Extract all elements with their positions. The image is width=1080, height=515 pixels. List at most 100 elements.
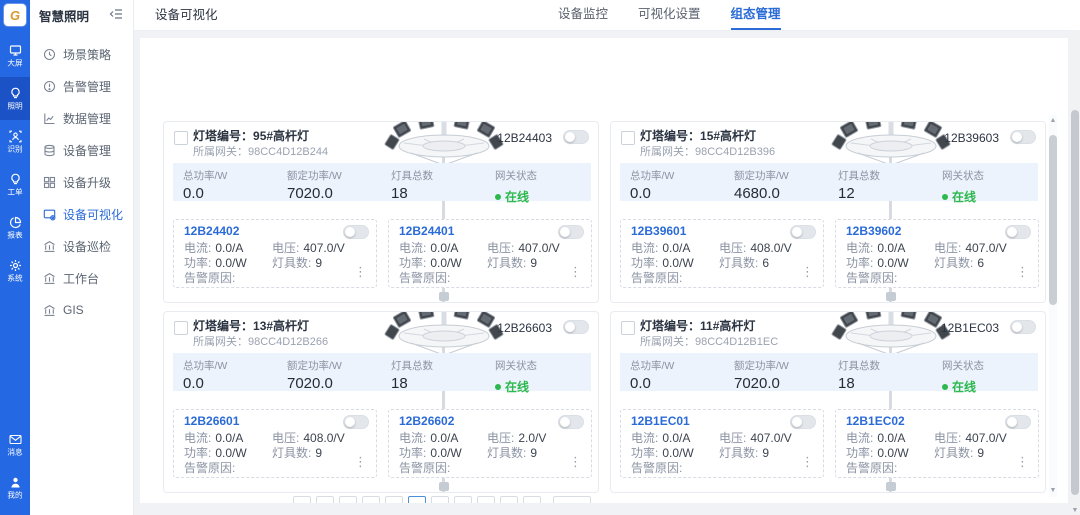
card-list-scroll-thumb[interactable]	[1049, 135, 1057, 305]
lamp-id-link[interactable]: 12B26601	[184, 414, 239, 428]
tower-toggle[interactable]	[563, 130, 589, 144]
device-id: 12B26603	[497, 321, 552, 335]
rated-power-value: 7020.0	[287, 185, 381, 202]
primary-nav-rail: G 大屏 照明 识别 工单 报表 系统 消息	[0, 0, 30, 515]
lamp-toggle[interactable]	[790, 225, 816, 239]
lamp-toggle[interactable]	[790, 415, 816, 429]
sidebar-item-gis[interactable]: GIS	[30, 294, 133, 326]
lamp-card: 12B1EC02 电流:0.0/A 电压:407.0/V 功率:0.0/W 灯具…	[835, 409, 1039, 478]
sidebar-item-scene-strategy[interactable]: 场景策略	[30, 38, 133, 70]
lamp-total-value: 18	[391, 375, 485, 392]
card-checkbox[interactable]	[174, 131, 188, 145]
monitor-gear-icon	[43, 208, 56, 221]
card-checkbox[interactable]	[621, 131, 635, 145]
tower-toggle[interactable]	[563, 320, 589, 334]
sidebar-item-workbench[interactable]: 工作台	[30, 262, 133, 294]
lamp-id-link[interactable]: 12B1EC02	[846, 414, 905, 428]
sidebar-item-device-mgmt[interactable]: 设备管理	[30, 134, 133, 166]
tab-device-monitor[interactable]: 设备监控	[558, 0, 608, 28]
rail-item-reports[interactable]: 报表	[0, 206, 30, 249]
clock-icon	[43, 48, 56, 61]
app-logo[interactable]: G	[4, 4, 26, 26]
more-menu-icon[interactable]: ⋮	[801, 455, 814, 468]
card-checkbox[interactable]	[174, 321, 188, 335]
lamp-toggle[interactable]	[343, 225, 369, 239]
device-id: 12B39603	[944, 131, 999, 145]
rail-item-system[interactable]: 系统	[0, 249, 30, 292]
grid-icon	[43, 176, 56, 189]
more-menu-icon[interactable]: ⋮	[354, 265, 367, 278]
card-title: 灯塔编号：11#高杆灯	[640, 317, 755, 334]
rail-item-lighting[interactable]: 照明	[0, 77, 30, 120]
lamp-id-link[interactable]: 12B39602	[846, 224, 901, 238]
sidebar-item-device-inspection[interactable]: 设备巡检	[30, 230, 133, 262]
window-scroll-thumb[interactable]	[1071, 110, 1079, 495]
database-icon	[43, 144, 56, 157]
tower-stats: 总功率/W0.0 额定功率/W7020.0 灯具总数18 网关状态在线	[173, 353, 591, 391]
sidebar-menu: 场景策略 告警管理 数据管理 设备管理 设备升级 设备可视化	[30, 38, 133, 326]
scroll-up-icon[interactable]: ▲	[1049, 117, 1057, 125]
lamp-card: 12B39602 电流:0.0/A 电压:407.0/V 功率:0.0/W 灯具…	[835, 219, 1039, 288]
sidebar-item-alarm-mgmt[interactable]: 告警管理	[30, 70, 133, 102]
rated-power-value: 7020.0	[734, 375, 828, 392]
card-title: 灯塔编号：15#高杆灯	[640, 127, 756, 144]
sidebar-item-device-visualization[interactable]: 设备可视化	[30, 198, 133, 230]
status-dot	[495, 194, 501, 200]
pie-chart-icon	[9, 216, 22, 229]
status-dot	[942, 194, 948, 200]
page-title: 设备可视化	[155, 0, 218, 30]
lamp-card: 12B24402 电流:0.0/A 电压:407.0/V 功率:0.0/W 灯具…	[173, 219, 377, 288]
card-checkbox[interactable]	[621, 321, 635, 335]
app-window: G 大屏 照明 识别 工单 报表 系统 消息	[0, 0, 1080, 515]
device-id: 12B24403	[497, 131, 552, 145]
gear-icon	[9, 259, 22, 272]
lamp-total-value: 18	[391, 185, 485, 202]
online-status: 在线	[495, 378, 589, 395]
lamp-toggle[interactable]	[1005, 415, 1031, 429]
lamp-toggle[interactable]	[1005, 225, 1031, 239]
mast-pole-base	[886, 482, 896, 491]
bulb-icon	[9, 87, 22, 100]
total-power-value: 0.0	[630, 375, 724, 392]
lamp-id-link[interactable]: 12B26602	[399, 414, 454, 428]
footer-strip	[133, 503, 1068, 515]
scroll-down-icon[interactable]: ▼	[1070, 507, 1080, 514]
rail-item-recognition[interactable]: 识别	[0, 120, 30, 163]
gateway-value: 98CC4D12B396	[695, 146, 775, 158]
rated-power-value: 7020.0	[287, 375, 381, 392]
tower-card: 灯塔编号：11#高杆灯 所属网关：98CC4D12B1EC 12B1EC03 总…	[610, 311, 1046, 493]
rail-item-dashboard[interactable]: 大屏	[0, 34, 30, 77]
sidebar-collapse-icon[interactable]	[109, 8, 123, 23]
lamp-toggle[interactable]	[343, 415, 369, 429]
tab-configuration-mgmt[interactable]: 组态管理	[731, 0, 781, 30]
card-gateway: 所属网关：98CC4D12B396	[640, 143, 775, 159]
tower-stats: 总功率/W0.0 额定功率/W7020.0 灯具总数18 网关状态在线	[173, 163, 591, 201]
rail-item-work-order[interactable]: 工单	[0, 163, 30, 206]
lamp-card: 12B24401 电流:0.0/A 电压:407.0/V 功率:0.0/W 灯具…	[388, 219, 592, 288]
card-title: 灯塔编号：95#高杆灯	[193, 127, 309, 144]
lamp-id-link[interactable]: 12B24401	[399, 224, 454, 238]
more-menu-icon[interactable]: ⋮	[1016, 265, 1029, 278]
gateway-value: 98CC4D12B266	[248, 336, 328, 348]
card-gateway: 所属网关：98CC4D12B1EC	[640, 333, 778, 349]
tab-visualization-settings[interactable]: 可视化设置	[638, 0, 701, 28]
more-menu-icon[interactable]: ⋮	[569, 455, 582, 468]
rail-item-messages[interactable]: 消息	[0, 423, 30, 466]
lamp-toggle[interactable]	[558, 415, 584, 429]
more-menu-icon[interactable]: ⋮	[801, 265, 814, 278]
more-menu-icon[interactable]: ⋮	[354, 455, 367, 468]
sidebar-item-device-upgrade[interactable]: 设备升级	[30, 166, 133, 198]
lamp-id-link[interactable]: 12B39601	[631, 224, 686, 238]
scroll-down-icon[interactable]: ▼	[1049, 487, 1057, 495]
rail-item-profile[interactable]: 我的	[0, 466, 30, 509]
more-menu-icon[interactable]: ⋮	[1016, 455, 1029, 468]
lamp-id-link[interactable]: 12B24402	[184, 224, 239, 238]
lamp-id-link[interactable]: 12B1EC01	[631, 414, 690, 428]
tower-toggle[interactable]	[1010, 130, 1036, 144]
card-title: 灯塔编号：13#高杆灯	[193, 317, 309, 334]
tower-name: 13#高杆灯	[253, 319, 309, 333]
more-menu-icon[interactable]: ⋮	[569, 265, 582, 278]
lamp-toggle[interactable]	[558, 225, 584, 239]
tower-toggle[interactable]	[1010, 320, 1036, 334]
sidebar-item-data-mgmt[interactable]: 数据管理	[30, 102, 133, 134]
